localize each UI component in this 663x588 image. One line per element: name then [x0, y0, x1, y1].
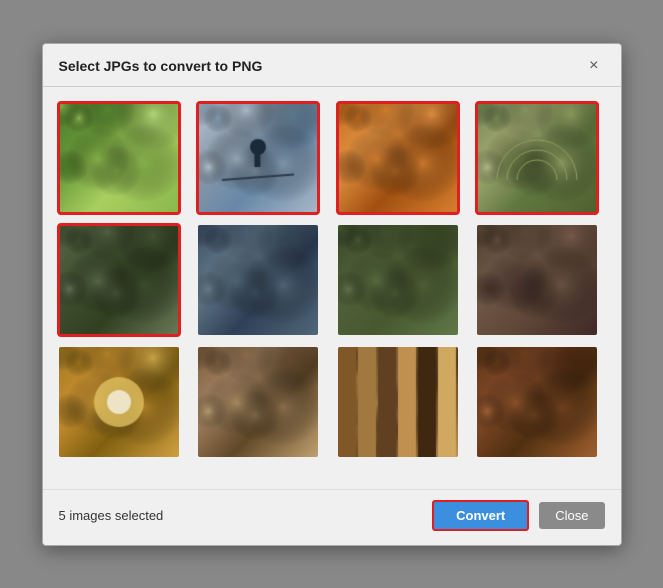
image-cell[interactable] — [338, 347, 458, 457]
image-cell[interactable] — [477, 225, 597, 335]
dialog: Select JPGs to convert to PNG × 5 images… — [42, 43, 622, 546]
close-button[interactable]: Close — [539, 502, 604, 529]
status-text: 5 images selected — [59, 508, 164, 523]
dialog-body — [43, 87, 621, 489]
close-icon-button[interactable]: × — [583, 56, 604, 76]
image-thumbnail — [338, 103, 458, 213]
image-cell[interactable] — [59, 103, 179, 213]
image-thumbnail — [59, 347, 179, 457]
image-thumbnail — [198, 225, 318, 335]
convert-button[interactable]: Convert — [432, 500, 529, 531]
image-thumbnail — [198, 103, 318, 213]
image-thumbnail — [59, 225, 179, 335]
image-thumbnail — [477, 103, 597, 213]
image-thumbnail — [198, 347, 318, 457]
image-thumbnail — [338, 225, 458, 335]
image-cell[interactable] — [59, 225, 179, 335]
image-cell[interactable] — [198, 103, 318, 213]
dialog-header: Select JPGs to convert to PNG × — [43, 44, 621, 87]
image-cell[interactable] — [59, 347, 179, 457]
dialog-title: Select JPGs to convert to PNG — [59, 58, 263, 74]
image-cell[interactable] — [338, 103, 458, 213]
image-cell[interactable] — [477, 347, 597, 457]
image-cell[interactable] — [477, 103, 597, 213]
image-thumbnail — [59, 103, 179, 213]
image-cell[interactable] — [338, 225, 458, 335]
dialog-footer: 5 images selected Convert Close — [43, 489, 621, 545]
image-cell[interactable] — [198, 225, 318, 335]
image-grid — [59, 103, 605, 457]
image-thumbnail — [338, 347, 458, 457]
image-thumbnail — [477, 225, 597, 335]
image-cell[interactable] — [198, 347, 318, 457]
image-thumbnail — [477, 347, 597, 457]
